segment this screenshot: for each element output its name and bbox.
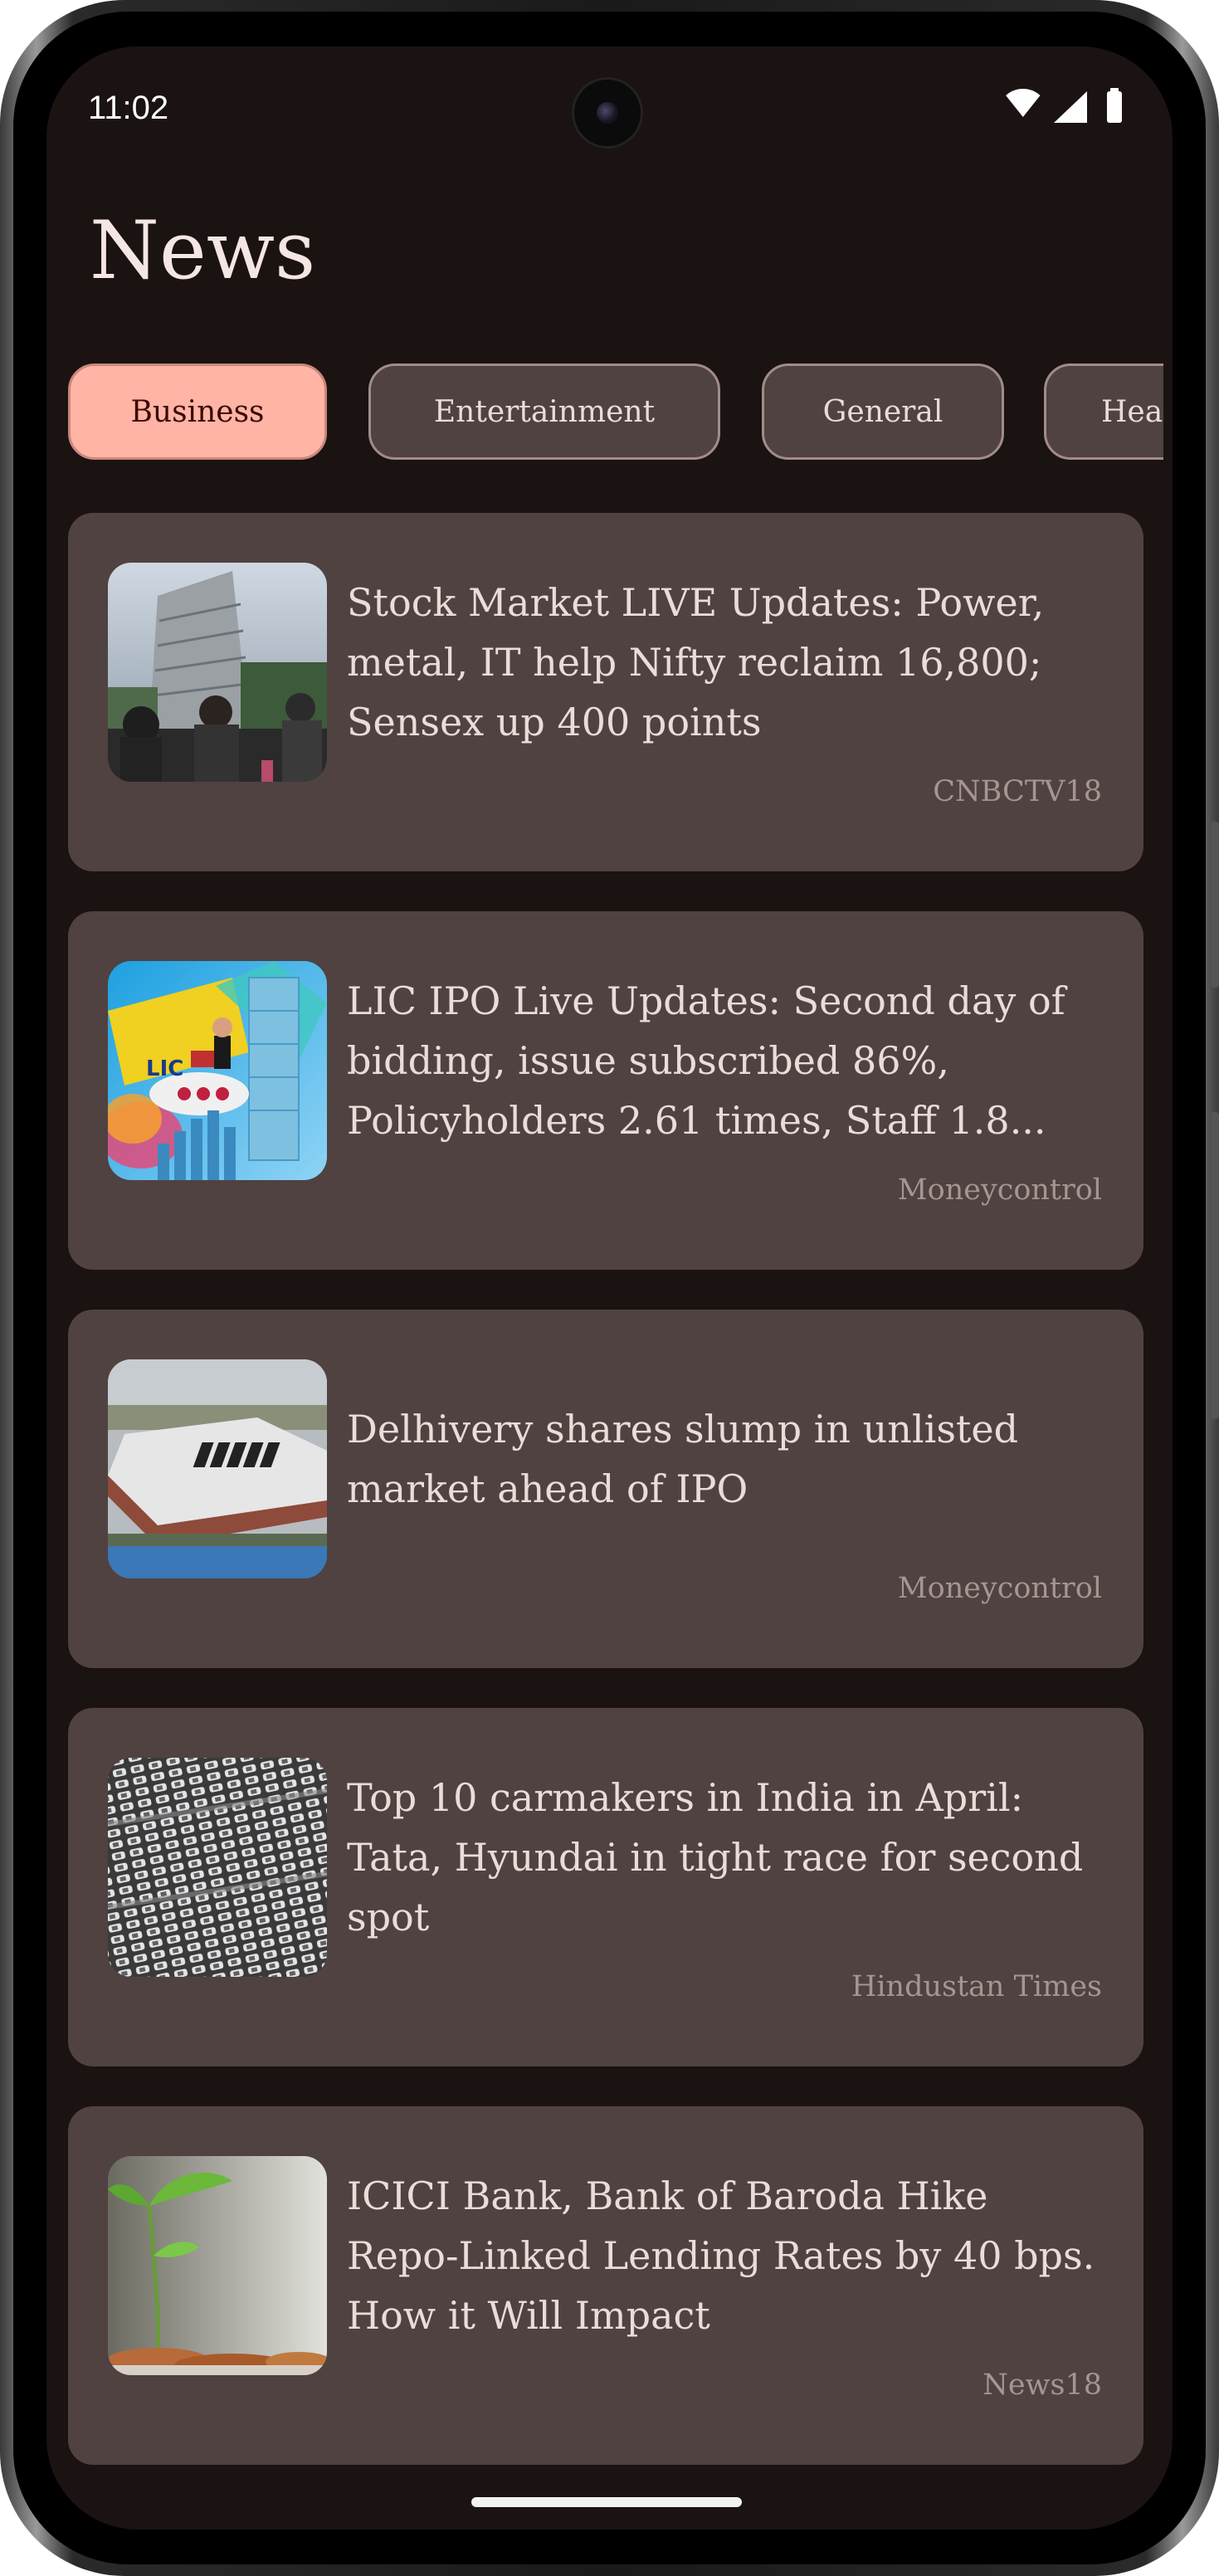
article-headline: ICICI Bank, Bank of Baroda Hike Repo-Lin… xyxy=(347,2174,1095,2338)
status-icons xyxy=(984,88,1150,124)
news-card[interactable]: LIC LIC IPO Live Updates: Second day of … xyxy=(68,911,1143,1270)
chip-general[interactable]: General xyxy=(762,363,1004,460)
chip-health[interactable]: Hea xyxy=(1044,363,1163,460)
article-headline: LIC IPO Live Updates: Second day of bidd… xyxy=(347,978,1065,1143)
article-thumbnail xyxy=(108,1758,327,1977)
article-headline: Stock Market LIVE Updates: Power, metal,… xyxy=(347,580,1045,744)
home-indicator[interactable] xyxy=(471,2497,742,2507)
article-source: Hindustan Times xyxy=(851,1970,1102,2003)
article-source: Moneycontrol xyxy=(897,1173,1102,1207)
article-source: News18 xyxy=(983,2369,1102,2402)
page-title: News xyxy=(90,204,316,297)
news-card[interactable]: Top 10 carmakers in India in April: Tata… xyxy=(68,1708,1143,2066)
article-headline: Delhivery shares slump in unlisted marke… xyxy=(347,1407,1019,1511)
news-card[interactable]: ICICI Bank, Bank of Baroda Hike Repo-Lin… xyxy=(68,2106,1143,2465)
battery-icon xyxy=(1107,88,1122,123)
article-headline: Top 10 carmakers in India in April: Tata… xyxy=(347,1775,1084,1939)
status-time: 11:02 xyxy=(88,90,169,126)
power-button xyxy=(1211,822,1219,988)
chip-entertainment[interactable]: Entertainment xyxy=(368,363,720,460)
wifi-icon xyxy=(1006,89,1041,117)
article-thumbnail xyxy=(108,2156,327,2375)
article-thumbnail xyxy=(108,1359,327,1578)
news-card[interactable]: Delhivery shares slump in unlisted marke… xyxy=(68,1310,1143,1668)
article-thumbnail xyxy=(108,563,327,782)
article-source: Moneycontrol xyxy=(897,1572,1102,1605)
svg-text:LIC: LIC xyxy=(146,1056,183,1081)
cellular-signal-icon xyxy=(1054,91,1087,123)
article-thumbnail: LIC xyxy=(108,961,327,1180)
news-card[interactable]: Stock Market LIVE Updates: Power, metal,… xyxy=(68,513,1143,871)
app-screen: 11:02 News Business Entertainment Genera… xyxy=(46,46,1173,2530)
category-chip-row[interactable]: Business Entertainment General Hea xyxy=(68,363,1163,465)
chip-business[interactable]: Business xyxy=(68,363,327,460)
front-camera xyxy=(572,77,643,149)
article-source: CNBCTV18 xyxy=(933,775,1102,808)
volume-button xyxy=(1211,1112,1219,1419)
